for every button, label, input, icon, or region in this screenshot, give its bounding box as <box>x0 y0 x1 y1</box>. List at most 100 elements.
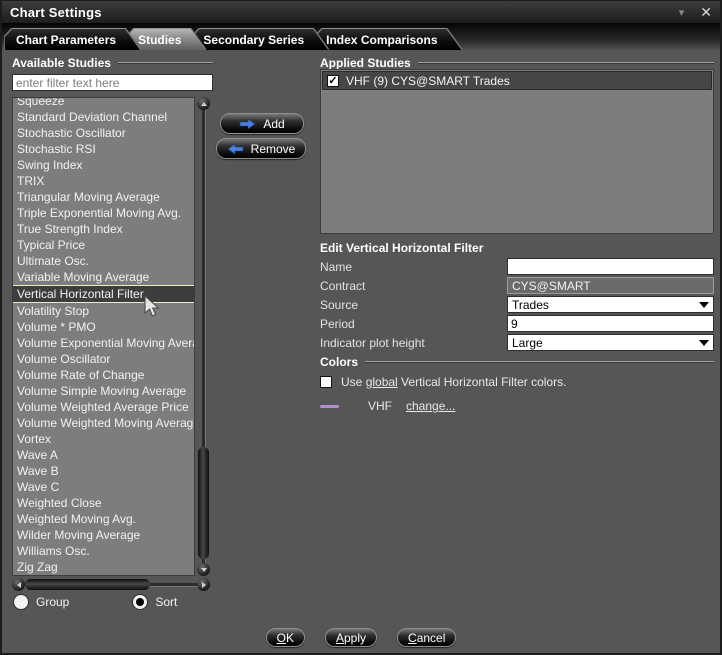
apply-button[interactable]: Apply <box>325 628 377 647</box>
scrollbar-thumb[interactable] <box>198 447 209 559</box>
plot-height-selected-value: Large <box>512 336 543 350</box>
use-global-colors-row: ✓ Use global Vertical Horizontal Filter … <box>320 375 566 389</box>
tab-label: Studies <box>138 33 181 47</box>
available-studies-list[interactable]: SqueezeStandard Deviation ChannelStochas… <box>12 97 195 576</box>
use-global-colors-checkbox[interactable]: ✓ <box>320 376 332 388</box>
scroll-right-icon[interactable] <box>197 578 210 591</box>
list-item[interactable]: Ultimate Osc. <box>13 253 194 269</box>
list-item[interactable]: Triple Exponential Moving Avg. <box>13 205 194 221</box>
source-select[interactable]: Trades <box>507 296 714 313</box>
change-color-link[interactable]: change... <box>406 399 455 413</box>
use-global-colors-text: Use global Vertical Horizontal Filter co… <box>341 375 566 389</box>
vhf-color-swatch <box>320 405 339 408</box>
list-item[interactable]: Volatility Stop <box>13 303 194 319</box>
tab-secondary-series[interactable]: Secondary Series <box>192 29 328 50</box>
list-item[interactable]: Stochastic RSI <box>13 141 194 157</box>
list-item[interactable]: Volume * PMO <box>13 319 194 335</box>
remove-button[interactable]: Remove <box>216 138 306 159</box>
list-item[interactable]: Standard Deviation Channel <box>13 109 194 125</box>
applied-study-label: VHF (9) CYS@SMART Trades <box>346 74 510 88</box>
cancel-button[interactable]: Cancel <box>397 628 456 647</box>
list-item[interactable]: Squeeze <box>13 97 194 109</box>
name-label: Name <box>320 260 352 274</box>
tab-index-comparisons[interactable]: Index Comparisons <box>315 29 461 50</box>
plot-height-label: Indicator plot height <box>320 336 425 350</box>
group-radio-label: Group <box>36 595 69 609</box>
list-item[interactable]: Weighted Moving Avg. <box>13 511 194 527</box>
window-menu-icon[interactable]: ▾ <box>679 6 685 19</box>
list-item[interactable]: Volume Exponential Moving Average <box>13 335 194 351</box>
footer-button-bar: OK Apply Cancel <box>2 628 720 647</box>
applied-studies-list[interactable]: ✓ VHF (9) CYS@SMART Trades <box>320 69 714 234</box>
filter-input[interactable] <box>12 74 213 91</box>
chevron-down-icon <box>699 302 709 308</box>
scroll-down-icon[interactable] <box>197 563 210 576</box>
title-bar: Chart Settings ▾ ✕ <box>2 1 720 23</box>
list-item[interactable]: True Strength Index <box>13 221 194 237</box>
applied-studies-header: Applied Studies <box>320 56 714 70</box>
list-item[interactable]: Volume Rate of Change <box>13 367 194 383</box>
period-row: Period <box>320 315 714 332</box>
chart-settings-dialog: Chart Settings ▾ ✕ Chart Parameters Stud… <box>0 0 722 655</box>
tab-label: Index Comparisons <box>326 33 437 47</box>
tab-label: Secondary Series <box>203 33 304 47</box>
list-item[interactable]: Volume Weighted Average Price <box>13 399 194 415</box>
period-label: Period <box>320 317 355 331</box>
contract-label: Contract <box>320 279 365 293</box>
global-colors-link[interactable]: global <box>366 375 398 389</box>
tab-label: Chart Parameters <box>16 33 116 47</box>
list-item[interactable]: Typical Price <box>13 237 194 253</box>
plot-height-row: Indicator plot height Large <box>320 334 714 351</box>
tab-strip: Chart Parameters Studies Secondary Serie… <box>2 23 720 50</box>
list-item[interactable]: Williams Osc. <box>13 543 194 559</box>
list-item[interactable]: Swing Index <box>13 157 194 173</box>
colors-section-header: Colors <box>320 355 714 369</box>
list-item[interactable]: Vertical Horizontal Filter <box>13 285 194 303</box>
remove-button-label: Remove <box>251 142 296 156</box>
group-radio[interactable]: Group <box>14 595 69 609</box>
source-selected-value: Trades <box>512 298 549 312</box>
list-item[interactable]: Wave C <box>13 479 194 495</box>
list-item[interactable]: Volume Weighted Moving Average <box>13 415 194 431</box>
ok-button[interactable]: OK <box>266 628 305 647</box>
edit-section-header: Edit Vertical Horizontal Filter <box>320 241 483 255</box>
name-input[interactable] <box>507 258 714 275</box>
sort-radio[interactable]: Sort <box>133 595 177 609</box>
list-item[interactable]: Weighted Close <box>13 495 194 511</box>
add-arrow-icon <box>239 118 256 130</box>
name-row: Name <box>320 258 714 275</box>
available-studies-header: Available Studies <box>12 56 213 70</box>
plot-height-select[interactable]: Large <box>507 334 714 351</box>
close-icon[interactable]: ✕ <box>700 5 712 19</box>
list-item[interactable]: Wilder Moving Average <box>13 527 194 543</box>
source-row: Source Trades <box>320 296 714 313</box>
scroll-up-icon[interactable] <box>197 97 210 110</box>
remove-arrow-icon <box>227 143 244 155</box>
applied-study-row[interactable]: ✓ VHF (9) CYS@SMART Trades <box>322 71 712 90</box>
study-enabled-checkbox[interactable]: ✓ <box>327 75 339 87</box>
tab-chart-parameters[interactable]: Chart Parameters <box>5 29 140 50</box>
list-item[interactable]: Wave B <box>13 463 194 479</box>
sort-radio-label: Sort <box>155 595 177 609</box>
list-item[interactable]: Zig Zag <box>13 559 194 575</box>
horizontal-scrollbar[interactable] <box>12 578 210 591</box>
scrollbar-thumb[interactable] <box>25 579 150 590</box>
list-item[interactable]: Wave A <box>13 447 194 463</box>
list-item[interactable]: Variable Moving Average <box>13 269 194 285</box>
radio-circle <box>133 595 147 609</box>
list-item[interactable]: Vortex <box>13 431 194 447</box>
source-label: Source <box>320 298 358 312</box>
list-item[interactable]: Volume Simple Moving Average <box>13 383 194 399</box>
add-button[interactable]: Add <box>220 113 304 134</box>
add-button-label: Add <box>263 117 284 131</box>
period-input[interactable] <box>507 315 714 332</box>
contract-value: CYS@SMART <box>507 277 714 294</box>
scroll-left-icon[interactable] <box>12 578 25 591</box>
vertical-scrollbar[interactable] <box>197 97 210 576</box>
vhf-swatch-label: VHF <box>368 399 392 413</box>
list-item[interactable]: Stochastic Oscillator <box>13 125 194 141</box>
list-item[interactable]: TRIX <box>13 173 194 189</box>
list-item[interactable]: Triangular Moving Average <box>13 189 194 205</box>
list-item[interactable]: Volume Oscillator <box>13 351 194 367</box>
chevron-down-icon <box>699 340 709 346</box>
